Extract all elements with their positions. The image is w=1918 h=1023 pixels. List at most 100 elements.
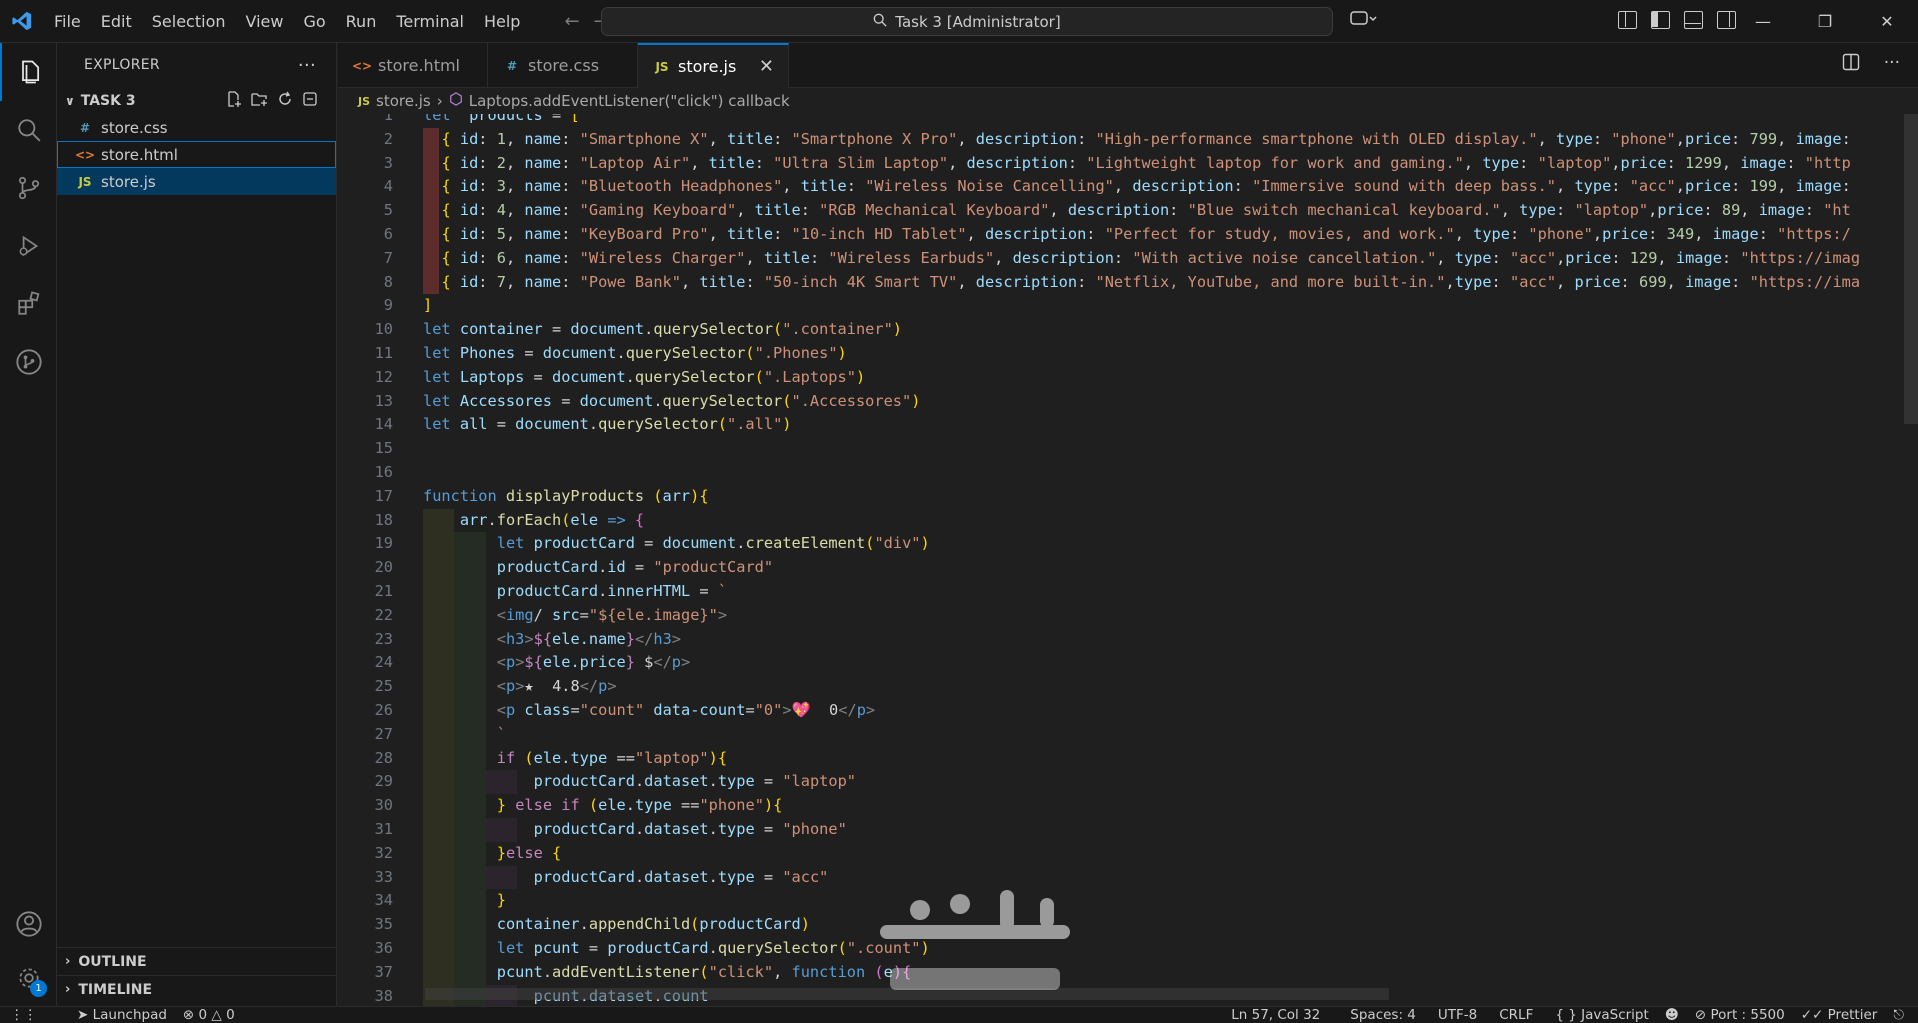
more-actions-icon[interactable]: ···: [298, 55, 316, 76]
close-icon[interactable]: ✕: [1856, 0, 1918, 43]
new-folder-icon[interactable]: [251, 91, 268, 111]
encoding[interactable]: UTF-8: [1430, 1007, 1485, 1023]
new-file-icon[interactable]: [226, 91, 242, 111]
code-line[interactable]: 6 { id: 5, name: "KeyBoard Pro", title: …: [338, 223, 1918, 247]
code-line[interactable]: 29 productCard.dataset.type = "laptop": [338, 770, 1918, 795]
code-line[interactable]: 35 container.appendChild(productCard): [338, 913, 1918, 937]
collapse-all-icon[interactable]: [302, 91, 318, 111]
outline-section[interactable]: › OUTLINE: [57, 947, 337, 975]
code-line[interactable]: 34 }: [338, 889, 1918, 914]
code-line[interactable]: 23 <h3>${ele.name}</h3>: [338, 627, 1918, 652]
cursor-position[interactable]: Ln 57, Col 32: [1223, 1007, 1328, 1023]
menu-selection[interactable]: Selection: [142, 0, 236, 43]
manage-gear-icon[interactable]: 1: [0, 949, 57, 1007]
code-line[interactable]: 2 { id: 1, name: "Smartphone X", title: …: [338, 127, 1918, 152]
menu-edit[interactable]: Edit: [91, 0, 142, 43]
menu-run[interactable]: Run: [336, 0, 387, 43]
problems-item[interactable]: ⊗ 0 △ 0: [175, 1007, 243, 1023]
tab-store-js[interactable]: JS store.js ✕: [638, 43, 789, 88]
code-line[interactable]: 16: [338, 461, 1918, 485]
code-line[interactable]: 1 let products = [: [338, 114, 1918, 128]
tab-store-css[interactable]: # store.css: [488, 43, 638, 88]
explorer-icon[interactable]: [0, 43, 57, 101]
copilot-status-icon[interactable]: ☻: [1657, 1007, 1687, 1023]
line-ending[interactable]: CRLF: [1491, 1007, 1541, 1023]
command-center-search[interactable]: Task 3 [Administrator]: [601, 7, 1333, 36]
search-icon[interactable]: [0, 101, 57, 159]
vertical-scrollbar[interactable]: [1904, 114, 1918, 424]
language-mode[interactable]: { } JavaScript: [1547, 1007, 1656, 1023]
code-line[interactable]: 21 productCard.innerHTML = `: [338, 580, 1918, 604]
code-line[interactable]: 10 let container = document.querySelector…: [338, 318, 1918, 342]
git-graph-icon[interactable]: [0, 333, 57, 391]
file-item-store-html[interactable]: <> store.html: [57, 141, 336, 168]
menu-view[interactable]: View: [236, 0, 294, 43]
code-line[interactable]: 31 productCard.dataset.type = "phone": [338, 818, 1918, 842]
line-number: 21: [374, 582, 393, 600]
code-line[interactable]: 18 arr.forEach(ele => {: [338, 508, 1918, 533]
code-line[interactable]: 4 { id: 3, name: "Bluetooth Headphones",…: [338, 175, 1918, 200]
menu-file[interactable]: File: [44, 0, 91, 43]
prettier-item[interactable]: ✓✓ Prettier: [1793, 1007, 1886, 1023]
close-tab-icon[interactable]: ✕: [759, 56, 774, 77]
more-actions-icon[interactable]: ···: [1884, 53, 1900, 76]
code-line[interactable]: 33 productCard.dataset.type = "acc": [338, 865, 1918, 890]
code-line[interactable]: 14 let all = document.querySelector(".all…: [338, 413, 1918, 437]
restore-icon[interactable]: ❐: [1794, 0, 1856, 43]
customize-layout-icon[interactable]: [1618, 11, 1637, 29]
code-line[interactable]: 22 <img/ src="${ele.image}">: [338, 603, 1918, 628]
breadcrumb-symbol[interactable]: Laptops.addEventListener("click") callba…: [469, 92, 790, 110]
code-line[interactable]: 9]: [338, 294, 1918, 318]
code-line[interactable]: 20 productCard.id = "productCard": [338, 556, 1918, 580]
horizontal-scrollbar[interactable]: [425, 988, 1389, 1000]
code-line[interactable]: 5 { id: 4, name: "Gaming Keyboard", titl…: [338, 199, 1918, 223]
menu-help[interactable]: Help: [474, 0, 530, 43]
toggle-panel-icon[interactable]: [1684, 11, 1703, 29]
code-line[interactable]: 8 { id: 7, name: "Powe Bank", title: "50…: [338, 270, 1918, 295]
code-line[interactable]: 30 } else if (ele.type =="phone"){: [338, 794, 1918, 818]
tab-store-html[interactable]: <> store.html: [338, 43, 488, 88]
code-line[interactable]: 3 { id: 2, name: "Laptop Air", title: "U…: [338, 151, 1918, 176]
run-debug-icon[interactable]: [0, 217, 57, 275]
indentation[interactable]: Spaces: 4: [1342, 1007, 1424, 1023]
menu-go[interactable]: Go: [293, 0, 335, 43]
folder-task3[interactable]: ∨ TASK 3: [57, 87, 336, 114]
menu-terminal[interactable]: Terminal: [386, 0, 474, 43]
timeline-section[interactable]: › TIMELINE: [57, 975, 337, 1003]
minimize-icon[interactable]: —: [1732, 0, 1794, 43]
toggle-primary-sidebar-icon[interactable]: [1651, 11, 1670, 29]
extensions-icon[interactable]: [0, 275, 57, 333]
code-line[interactable]: 28 if (ele.type =="laptop"){: [338, 746, 1918, 771]
code-line[interactable]: 7 { id: 6, name: "Wireless Charger", tit…: [338, 246, 1918, 271]
breadcrumb-file[interactable]: store.js: [376, 92, 431, 110]
back-arrow-icon[interactable]: ←: [564, 11, 579, 32]
code-line[interactable]: 26 <p class="count" data-count="0">💖 0</…: [338, 699, 1918, 723]
code-line[interactable]: 27 `: [338, 722, 1918, 747]
refresh-icon[interactable]: [277, 91, 293, 111]
file-item-store-js[interactable]: JS store.js: [57, 168, 336, 195]
code-text: <p class="count" data-count="0">💖 0</p>: [496, 701, 876, 719]
launchpad-item[interactable]: ➤ Launchpad: [69, 1007, 175, 1023]
code-editor[interactable]: 1 let products = [2 { id: 1, name: "Smart…: [338, 114, 1918, 1006]
copilot-chat-icon[interactable]: [1350, 10, 1378, 33]
file-item-store-css[interactable]: # store.css: [57, 114, 336, 141]
code-line[interactable]: 19 let productCard = document.createElem…: [338, 532, 1918, 557]
code-line[interactable]: 12 let Laptops = document.querySelector("…: [338, 366, 1918, 390]
code-line[interactable]: 36 let pcunt = productCard.querySelector…: [338, 937, 1918, 961]
accounts-icon[interactable]: [0, 895, 57, 953]
code-line[interactable]: 37 pcunt.addEventListener("click", funct…: [338, 960, 1918, 985]
code-line[interactable]: 13 let Accessores = document.querySelecto…: [338, 390, 1918, 414]
code-line[interactable]: 25 <p>★ 4.8</p>: [338, 675, 1918, 699]
code-line[interactable]: 32 }else {: [338, 841, 1918, 866]
broadcast-icon: ⊘: [1694, 1007, 1707, 1023]
live-server-item[interactable]: ⊘ Port : 5500: [1687, 1007, 1793, 1023]
code-line[interactable]: 17 function displayProducts (arr){: [338, 485, 1918, 509]
code-text: <p>★ 4.8</p>: [496, 677, 617, 696]
split-editor-icon[interactable]: [1842, 53, 1860, 76]
remote-icon[interactable]: ⋮⋮: [0, 1007, 45, 1023]
source-control-icon[interactable]: [0, 159, 57, 217]
code-line[interactable]: 15: [338, 437, 1918, 461]
code-line[interactable]: 24 <p>${ele.price} $</p>: [338, 651, 1918, 676]
code-line[interactable]: 11 let Phones = document.querySelector(".…: [338, 342, 1918, 366]
notifications-bell-icon[interactable]: ⎋: [1885, 1007, 1918, 1023]
